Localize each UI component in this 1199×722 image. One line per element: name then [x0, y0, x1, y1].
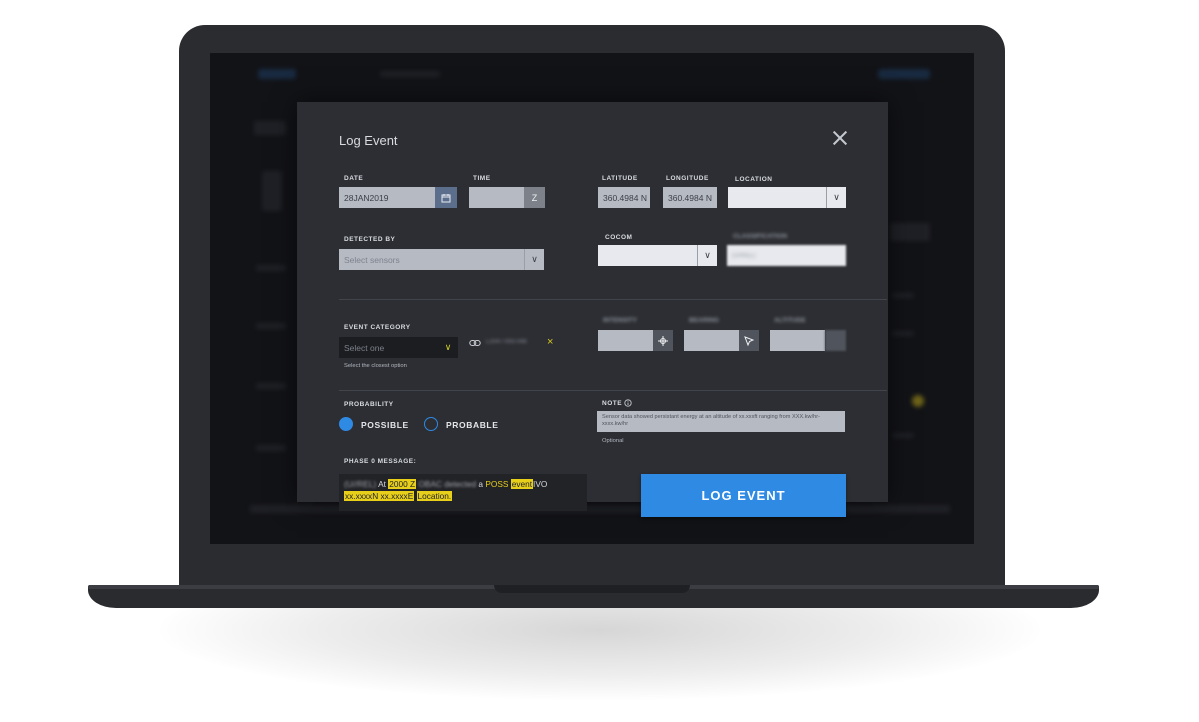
intensity-field[interactable] — [598, 330, 653, 351]
message-at: At — [378, 479, 386, 489]
date-label: DATE — [344, 175, 364, 182]
message-source: OBAC detected — [418, 479, 477, 489]
latitude-field[interactable]: 360.4984 N — [598, 187, 650, 208]
bg-side-row — [892, 331, 914, 336]
note-label: NOTE — [602, 400, 623, 407]
radio-probable[interactable] — [424, 417, 438, 431]
log-event-modal: Log Event DATE 28JAN2019 TIME Z LATITUDE… — [297, 102, 888, 517]
bg-row — [256, 445, 286, 451]
calendar-icon[interactable] — [435, 187, 457, 208]
altitude-unit-suffix — [825, 330, 846, 351]
compass-glyph — [744, 335, 754, 346]
classification-value: (U//REL) — [732, 252, 756, 259]
bg-panel — [262, 171, 282, 211]
chevron-down-icon: ∨ — [444, 342, 452, 352]
event-category-select[interactable]: Select one ∨ — [339, 337, 458, 358]
event-category-label: EVENT CATEGORY — [344, 324, 411, 331]
latitude-value: 360.4984 N — [603, 192, 647, 203]
chevron-down-icon: ∨ — [524, 249, 544, 270]
calendar-glyph — [441, 193, 451, 202]
chevron-down-icon: ∨ — [826, 187, 846, 208]
bearing-field[interactable] — [684, 330, 739, 351]
message-poss: POSS — [485, 479, 509, 489]
compass-icon[interactable] — [739, 330, 759, 351]
time-zone-suffix: Z — [524, 187, 545, 208]
detected-by-select[interactable]: Select sensors ∨ — [339, 249, 544, 270]
crosshair-glyph — [658, 335, 668, 346]
link-icon[interactable] — [469, 337, 481, 349]
detected-by-label: DETECTED BY — [344, 236, 396, 243]
intensity-label: INTENSITY — [603, 317, 637, 324]
bg-status-dot — [912, 395, 924, 407]
bg-nav-item — [380, 71, 440, 77]
bg-side-row — [892, 433, 914, 438]
cocom-select[interactable]: ∨ — [598, 245, 717, 266]
date-field[interactable]: 28JAN2019 — [339, 187, 435, 208]
bg-nav-pill — [258, 69, 296, 79]
date-value: 28JAN2019 — [344, 192, 389, 203]
probability-label: PROBABILITY — [344, 401, 394, 408]
info-glyph — [624, 399, 632, 407]
bg-nav-pill-right — [878, 69, 930, 79]
modal-title: Log Event — [339, 133, 398, 148]
event-category-placeholder: Select one — [344, 342, 385, 353]
message-location: Location. — [416, 491, 453, 501]
phase-message-box: (U//REL) At 2000 Z OBAC detected a POSS … — [339, 474, 587, 511]
classification-field[interactable]: (U//REL) — [727, 245, 846, 266]
remove-link-icon[interactable]: × — [547, 336, 553, 348]
detected-by-placeholder: Select sensors — [344, 254, 400, 265]
chevron-down-icon: ∨ — [697, 245, 717, 266]
laptop-screen: Log Event DATE 28JAN2019 TIME Z LATITUDE… — [210, 53, 974, 544]
note-textarea[interactable]: Sensor data showed persistant energy at … — [597, 411, 845, 432]
link-glyph — [469, 339, 481, 347]
message-coords: xx.xxxxN xx.xxxxE — [344, 491, 415, 501]
phase-message-label: PHASE 0 MESSAGE: — [344, 458, 417, 465]
message-event: event — [510, 479, 534, 489]
time-label: TIME — [473, 175, 491, 182]
stage: Log Event DATE 28JAN2019 TIME Z LATITUDE… — [0, 0, 1199, 722]
bearing-label: BEARING — [689, 317, 719, 324]
info-icon[interactable] — [624, 399, 632, 407]
bg-row — [256, 265, 286, 271]
radio-probable-label[interactable]: PROBABLE — [446, 420, 499, 430]
section-divider — [339, 299, 887, 300]
laptop-notch — [494, 585, 690, 593]
linked-item: L2047-093-048 — [486, 339, 527, 345]
bg-side-block — [890, 223, 930, 241]
event-category-hint: Select the closest option — [344, 363, 407, 369]
bg-heading — [254, 121, 286, 135]
latitude-label: LATITUDE — [602, 175, 638, 182]
longitude-label: LONGITUDE — [666, 175, 709, 182]
message-a: a — [478, 479, 484, 489]
classification-label: CLASSIFICATION — [733, 233, 788, 240]
time-field[interactable] — [469, 187, 524, 208]
note-optional-hint: Optional — [602, 438, 624, 444]
message-time: 2000 Z — [388, 479, 417, 489]
location-select[interactable]: ∨ — [728, 187, 846, 208]
radio-possible-label[interactable]: POSSIBLE — [361, 420, 409, 430]
message-ivo: IVO — [533, 479, 548, 489]
longitude-value: 360.4984 N — [668, 192, 712, 203]
crosshair-icon[interactable] — [653, 330, 673, 351]
bg-side-row — [892, 293, 914, 298]
radio-possible[interactable] — [339, 417, 353, 431]
close-icon[interactable] — [832, 130, 848, 146]
log-event-button[interactable]: LOG EVENT — [641, 474, 846, 517]
bg-row — [256, 383, 286, 389]
section-divider — [339, 390, 887, 391]
longitude-field[interactable]: 360.4984 N — [663, 187, 717, 208]
altitude-label: ALTITUDE — [774, 317, 806, 324]
cocom-label: COCOM — [605, 234, 633, 241]
altitude-field[interactable] — [770, 330, 825, 351]
location-label: LOCATION — [735, 176, 773, 183]
bg-row — [256, 323, 286, 329]
message-prefix: (U//REL) — [344, 479, 377, 489]
